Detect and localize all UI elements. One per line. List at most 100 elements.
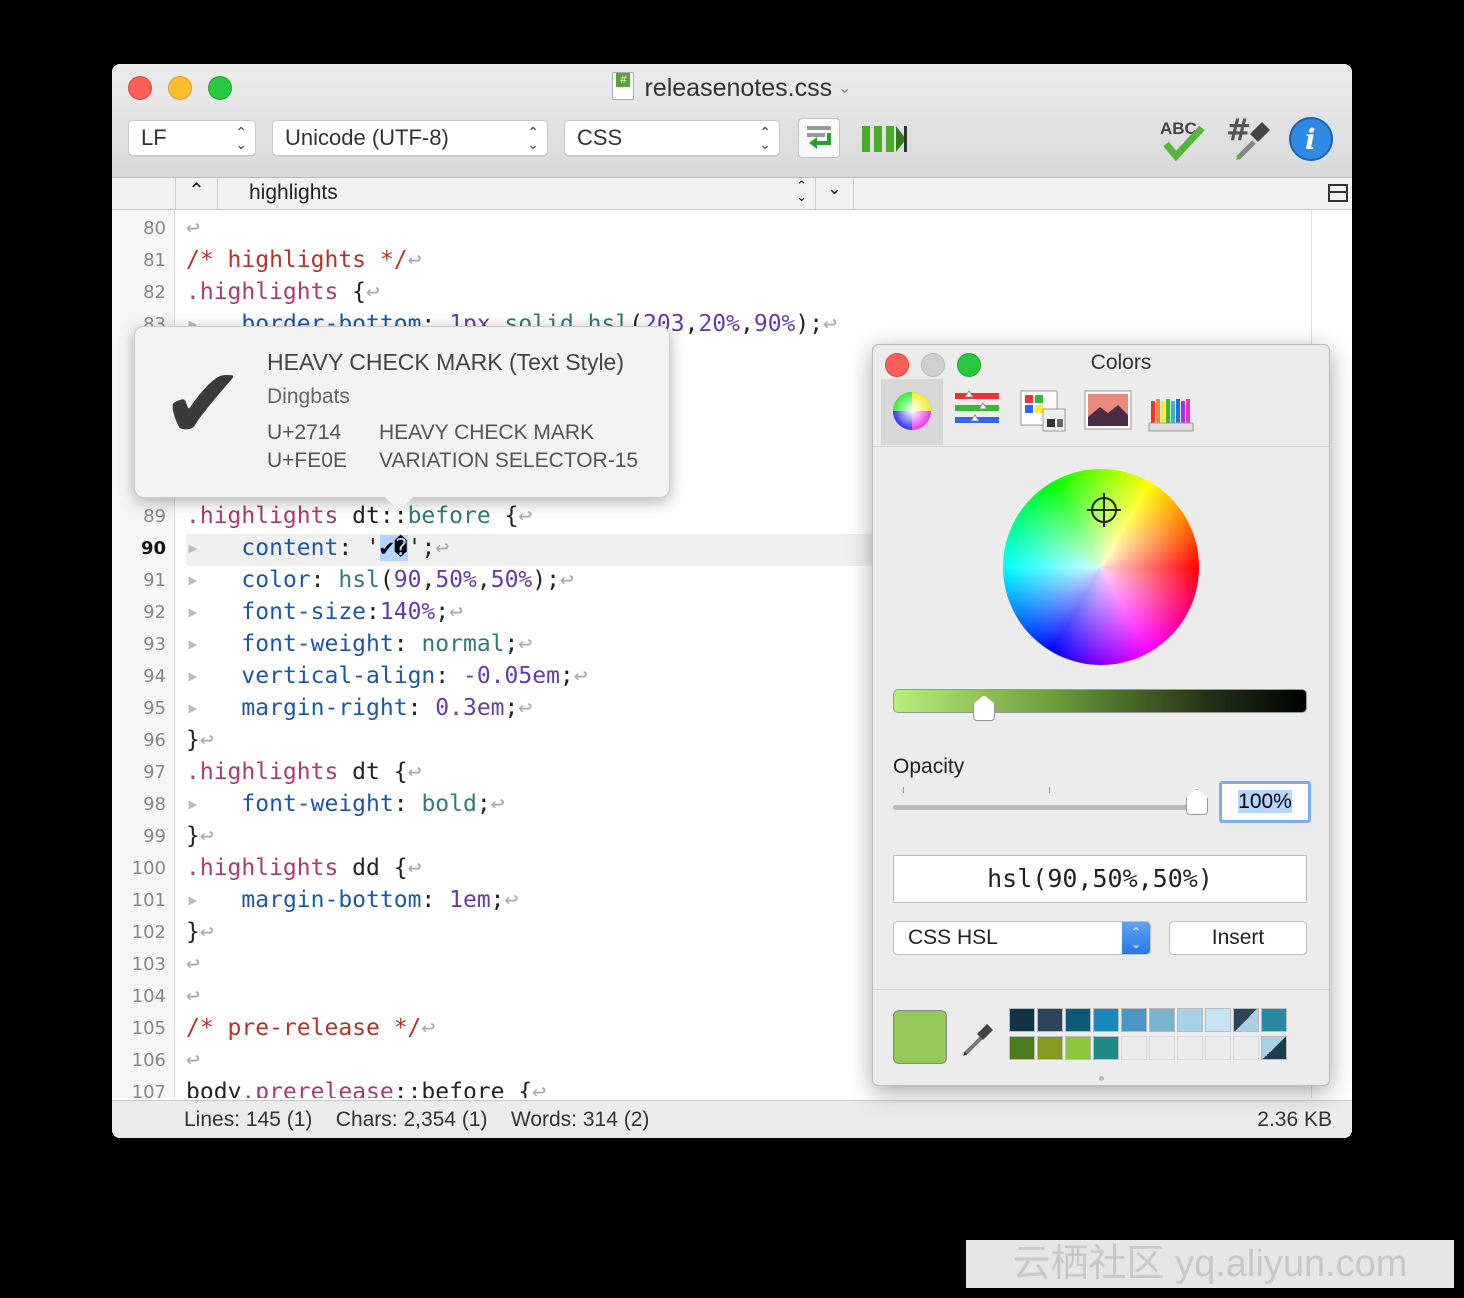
line-number: 100 [131, 858, 166, 879]
code-token: } [186, 823, 200, 849]
color-palettes-tab[interactable] [1013, 379, 1075, 445]
line-number: 95 [143, 698, 166, 719]
play-macro-icon[interactable] [860, 122, 912, 161]
color-swatch[interactable] [1065, 1008, 1091, 1032]
code-token: dt { [338, 759, 408, 785]
color-swatch[interactable] [1037, 1008, 1063, 1032]
chevron-down-icon: ⌄ [826, 178, 843, 198]
chevron-up-icon: ⌃ [188, 180, 205, 202]
line-number: 82 [143, 282, 166, 303]
character-name: HEAVY CHECK MARK (Text Style) [267, 349, 625, 375]
color-wheel-tab[interactable] [881, 379, 943, 445]
color-format-select[interactable]: CSS HSL ⌃ ⌄ [893, 921, 1151, 955]
opacity-tick [1049, 787, 1050, 793]
code-line: ↩ [186, 948, 200, 980]
code-token: /* pre-release */ [186, 1015, 422, 1041]
previous-symbol-button[interactable]: ⌃ [175, 178, 217, 209]
color-swatch[interactable] [1093, 1008, 1119, 1032]
color-swatch[interactable] [1009, 1036, 1035, 1060]
color-swatch[interactable] [1149, 1008, 1175, 1032]
code-token: body [186, 1079, 242, 1098]
opacity-field[interactable]: 100% [1219, 781, 1311, 823]
color-swatch[interactable] [1009, 1008, 1035, 1032]
encoding-select[interactable]: Unicode (UTF-8) ⌃ ⌄ [272, 120, 548, 156]
lines-label: Lines: [184, 1108, 241, 1131]
window-title-text: releasenotes.css [644, 74, 833, 102]
color-swatch[interactable] [1233, 1008, 1259, 1032]
color-string-field[interactable]: hsl(90,50%,50%) [893, 855, 1307, 903]
color-swatch[interactable] [1121, 1036, 1147, 1060]
color-swatch[interactable] [1177, 1008, 1203, 1032]
svg-text:i: i [1305, 123, 1316, 156]
line-number: 103 [131, 954, 166, 975]
code-token: ▸ [186, 695, 200, 721]
code-token: { [490, 503, 519, 529]
code-token: 90 [393, 567, 422, 593]
color-swatch[interactable] [1121, 1008, 1147, 1032]
resize-handle-dot[interactable] [1099, 1076, 1104, 1081]
code-token: .prerelease [241, 1079, 394, 1098]
code-token: dd { [338, 855, 408, 881]
brightness-slider[interactable] [893, 689, 1307, 713]
document-statistics[interactable]: Lines: 145 (1) Chars: 2,354 (1) Words: 3… [184, 1108, 649, 1132]
color-swatch[interactable] [1177, 1036, 1203, 1060]
code-token: /* highlights */ [186, 247, 408, 273]
color-picker-tool-icon[interactable]: # [1224, 113, 1276, 167]
current-color-well[interactable] [893, 1010, 947, 1064]
color-sliders-tab[interactable] [947, 379, 1009, 445]
line-number: 106 [131, 1050, 166, 1071]
color-swatch[interactable] [1065, 1036, 1091, 1060]
code-token: } [186, 919, 200, 945]
line-ending-select[interactable]: LF ⌃ ⌄ [128, 120, 256, 156]
color-swatch[interactable] [1149, 1036, 1175, 1060]
code-token: ▸ [186, 631, 200, 657]
window-title[interactable]: releasenotes.css ⌄ [112, 72, 1352, 103]
insert-button[interactable]: Insert [1169, 921, 1307, 955]
return-icon: ↩ [532, 1079, 547, 1098]
opacity-slider-thumb[interactable] [1186, 789, 1208, 815]
lines-value: 145 (1) [245, 1108, 313, 1131]
color-swatch[interactable] [1261, 1008, 1287, 1032]
opacity-tick [903, 787, 904, 793]
info-icon[interactable]: i [1288, 116, 1334, 167]
title-bar: releasenotes.css ⌄ LF ⌃⌄ Unicode (UTF-8) … [112, 64, 1352, 178]
opacity-slider[interactable] [893, 805, 1197, 810]
color-swatch[interactable] [1205, 1008, 1231, 1032]
svg-text:#: # [1226, 114, 1251, 148]
code-line: }↩ [186, 820, 214, 852]
color-swatch[interactable] [1233, 1036, 1259, 1060]
code-token: .highlights [186, 759, 339, 785]
color-format-value: CSS HSL [908, 926, 998, 949]
code-line: .highlights dt::before {↩ [186, 500, 532, 532]
color-swatch[interactable] [1205, 1036, 1231, 1060]
current-symbol-label: highlights [249, 181, 338, 204]
line-ending-value: LF [141, 125, 167, 150]
eyedropper-icon[interactable] [959, 1018, 995, 1063]
color-swatch[interactable] [1093, 1036, 1119, 1060]
symbol-menu-button[interactable]: ⌄ [815, 178, 853, 209]
spell-check-icon[interactable]: ABC [1158, 116, 1210, 167]
language-select[interactable]: CSS ⌃ ⌄ [564, 120, 780, 156]
color-wheel-crosshair[interactable] [1087, 493, 1121, 527]
split-view-icon[interactable] [1328, 184, 1348, 202]
soft-wrap-button[interactable] [798, 118, 840, 158]
status-bar: Lines: 145 (1) Chars: 2,354 (1) Words: 3… [112, 1100, 1352, 1138]
color-swatch[interactable] [1261, 1036, 1287, 1060]
code-token: margin-bottom [241, 887, 422, 913]
code-line: ▸ margin-bottom: 1em;↩ [186, 884, 518, 916]
code-token: bold [421, 791, 477, 817]
code-line: }↩ [186, 724, 214, 756]
image-palettes-tab[interactable] [1079, 379, 1141, 445]
pencils-tab[interactable] [1145, 379, 1207, 445]
code-line: ▸ content: '✔�';↩ [186, 532, 449, 564]
line-number: 99 [143, 826, 166, 847]
color-swatch[interactable] [1037, 1036, 1063, 1060]
wrap-icon [807, 126, 831, 149]
color-wheel-icon [893, 392, 931, 430]
code-token: .highlights [186, 855, 339, 881]
code-token: , [421, 567, 436, 593]
code-line: }↩ [186, 916, 214, 948]
code-token: 20% [698, 311, 740, 337]
